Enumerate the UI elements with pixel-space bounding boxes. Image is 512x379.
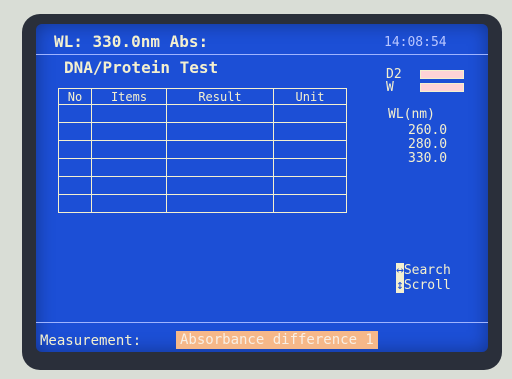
page-title: DNA/Protein Test <box>64 58 219 77</box>
wavelength-readout: WL: 330.0nm Abs: <box>54 32 209 51</box>
results-table: No Items Result Unit <box>58 88 347 213</box>
table-cell <box>273 122 347 141</box>
wavelength-value: 280.0 <box>408 137 448 152</box>
table-cell <box>58 194 92 213</box>
table-cell <box>273 104 347 123</box>
table-row <box>58 140 347 159</box>
wavelength-value: 330.0 <box>408 151 448 166</box>
scroll-hint-label: Scroll <box>403 278 451 293</box>
table-cell <box>166 158 274 177</box>
table-row <box>58 176 347 195</box>
header-divider <box>36 54 488 55</box>
wavelength-list-label: WL(nm) <box>388 107 435 122</box>
table-cell <box>91 104 167 123</box>
table-cell <box>166 140 274 159</box>
table-cell <box>166 122 274 141</box>
table-cell <box>273 176 347 195</box>
search-hint[interactable]: ↔Search <box>396 263 451 278</box>
table-cell <box>166 194 274 213</box>
table-row <box>58 122 347 141</box>
column-header-items: Items <box>91 88 167 105</box>
status-divider <box>36 322 488 323</box>
table-cell <box>91 122 167 141</box>
table-row <box>58 194 347 213</box>
arrow-left-right-icon: ↔ <box>396 263 404 278</box>
column-header-result: Result <box>166 88 274 105</box>
table-cell <box>273 158 347 177</box>
results-table-body <box>58 104 347 213</box>
table-cell <box>58 140 92 159</box>
arrow-up-down-icon: ↕ <box>396 278 404 293</box>
table-cell <box>91 194 167 213</box>
table-cell <box>58 158 92 177</box>
table-header-row: No Items Result Unit <box>58 88 347 105</box>
table-cell <box>58 176 92 195</box>
table-row <box>58 158 347 177</box>
wavelength-value: 260.0 <box>408 123 448 138</box>
table-cell <box>166 176 274 195</box>
column-header-unit: Unit <box>273 88 347 105</box>
table-cell <box>166 104 274 123</box>
column-header-no: No <box>58 88 92 105</box>
table-cell <box>91 158 167 177</box>
w-lamp-label: W <box>386 80 394 95</box>
table-cell <box>91 140 167 159</box>
measurement-label: Measurement: <box>40 333 142 349</box>
instrument-screen: WL: 330.0nm Abs: 14:08:54 DNA/Protein Te… <box>36 24 488 352</box>
table-cell <box>58 104 92 123</box>
d2-lamp-indicator <box>420 70 464 79</box>
search-hint-label: Search <box>403 263 451 278</box>
clock: 14:08:54 <box>384 35 447 50</box>
measurement-mode-value[interactable]: Absorbance difference 1 <box>176 331 378 349</box>
table-cell <box>58 122 92 141</box>
table-cell <box>91 176 167 195</box>
table-cell <box>273 140 347 159</box>
table-cell <box>273 194 347 213</box>
scroll-hint[interactable]: ↕Scroll <box>396 278 451 293</box>
table-row <box>58 104 347 123</box>
w-lamp-indicator <box>420 83 464 92</box>
